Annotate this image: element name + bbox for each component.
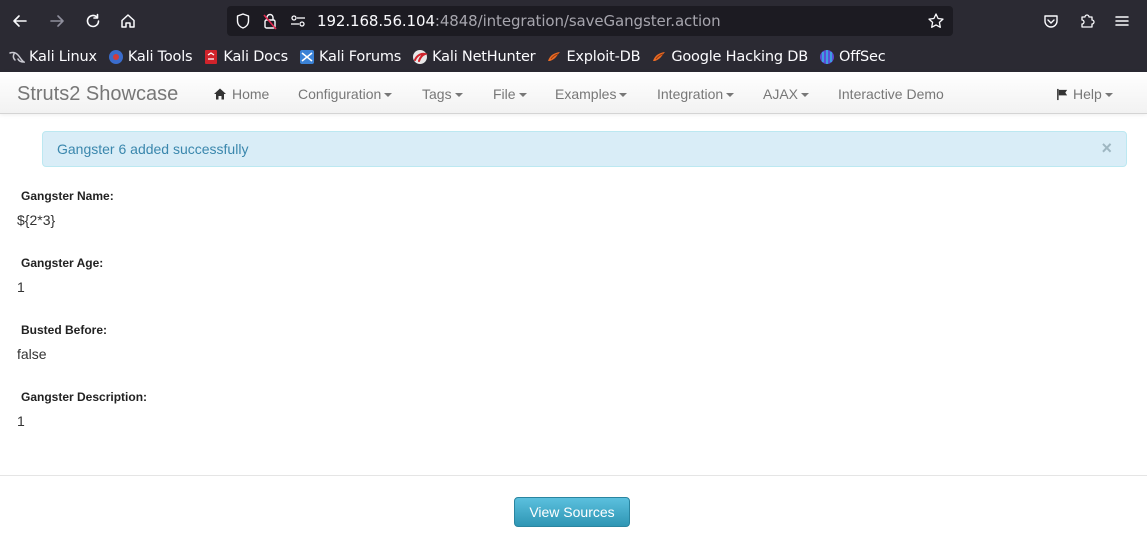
caret-down-icon <box>619 92 628 97</box>
caret-down-icon <box>454 92 463 97</box>
ghdb-icon <box>653 52 666 61</box>
offsec-icon <box>820 50 834 64</box>
reload-icon <box>86 13 100 28</box>
url-text: 192.168.56.104:4848/integration/saveGang… <box>317 12 721 30</box>
gangster-description-value: 1 <box>17 413 25 429</box>
home-icon <box>214 88 226 100</box>
showcase-navbar: Struts2 Showcase Home Configuration Tags… <box>0 72 1147 114</box>
nav-label: Interactive Demo <box>838 86 944 102</box>
home-icon <box>121 14 135 28</box>
bookmark-kali-tools[interactable]: Kali Tools <box>108 49 193 65</box>
exploit-db-icon <box>548 52 561 61</box>
nav-label: Configuration <box>298 86 382 102</box>
forward-arrow-icon <box>50 15 64 27</box>
nav-integration[interactable]: Integration <box>657 86 735 102</box>
caret-down-icon <box>801 92 810 97</box>
caret-down-icon <box>726 92 735 97</box>
nav-label: Tags <box>422 86 452 102</box>
bookmark-label: Kali Tools <box>127 49 193 65</box>
bookmark-offsec[interactable]: OffSec <box>819 49 886 65</box>
success-alert: Gangster 6 added successfully × <box>42 131 1127 167</box>
kali-tools-icon <box>108 50 123 64</box>
home-button[interactable] <box>114 7 142 35</box>
puzzle-piece-icon <box>1081 14 1095 28</box>
insecure-lock-icon <box>263 13 277 30</box>
nav-configuration[interactable]: Configuration <box>298 86 393 102</box>
kali-dragon-icon <box>9 51 25 63</box>
nav-label: Help <box>1073 86 1102 102</box>
bookmark-google-hacking-db[interactable]: Google Hacking DB <box>651 49 808 65</box>
brand-title[interactable]: Struts2 Showcase <box>17 83 178 106</box>
nav-tags[interactable]: Tags <box>422 86 463 102</box>
bookmark-label: Kali Linux <box>29 49 97 65</box>
alert-message: Gangster 6 added successfully <box>57 141 249 157</box>
bookmark-label: Google Hacking DB <box>671 49 808 65</box>
nav-home[interactable]: Home <box>213 86 269 102</box>
url-host: 192.168.56.104 <box>317 12 435 30</box>
caret-down-icon <box>518 92 527 97</box>
nethunter-icon <box>413 50 429 64</box>
bookmark-exploit-db[interactable]: Exploit-DB <box>546 49 641 65</box>
kali-docs-icon <box>205 50 218 64</box>
forward-button[interactable] <box>43 7 71 35</box>
gangster-age-label: Gangster Age: <box>21 256 104 270</box>
footer-divider <box>0 475 1147 476</box>
caret-down-icon <box>384 92 393 97</box>
nav-file[interactable]: File <box>493 86 527 102</box>
menu-button[interactable] <box>1108 7 1136 35</box>
nav-label: Integration <box>657 86 724 102</box>
nav-label: AJAX <box>763 86 799 102</box>
browser-toolbar: 192.168.56.104:4848/integration/saveGang… <box>0 0 1147 42</box>
pocket-button[interactable] <box>1037 7 1065 35</box>
gangster-name-label: Gangster Name: <box>21 189 114 203</box>
nav-label: File <box>493 86 516 102</box>
bookmark-kali-nethunter[interactable]: Kali NetHunter <box>412 49 536 65</box>
gangster-name-value: ${2*3} <box>17 212 56 228</box>
flag-icon <box>1057 88 1068 100</box>
bookmark-kali-linux[interactable]: Kali Linux <box>9 49 97 65</box>
url-path: :4848/integration/saveGangster.action <box>434 12 721 30</box>
back-arrow-icon <box>13 15 27 27</box>
busted-before-value: false <box>17 346 47 362</box>
nav-label: Home <box>232 86 270 102</box>
bookmark-kali-forums[interactable]: Kali Forums <box>299 49 401 65</box>
url-bar[interactable]: 192.168.56.104:4848/integration/saveGang… <box>227 6 953 36</box>
nav-examples[interactable]: Examples <box>555 86 628 102</box>
caret-down-icon <box>1104 92 1113 97</box>
permissions-icon <box>291 15 305 27</box>
bookmark-label: Kali Forums <box>318 49 402 65</box>
bookmark-label: OffSec <box>839 49 886 65</box>
kali-forums-icon <box>299 50 314 64</box>
nav-ajax[interactable]: AJAX <box>763 86 810 102</box>
bookmark-label: Kali Docs <box>223 49 288 65</box>
shield-icon <box>236 13 250 29</box>
bookmark-kali-docs[interactable]: Kali Docs <box>203 49 288 65</box>
extensions-button[interactable] <box>1073 7 1101 35</box>
bookmark-star-icon[interactable] <box>927 12 945 30</box>
nav-interactive-demo[interactable]: Interactive Demo <box>838 86 944 102</box>
close-icon[interactable]: × <box>1101 139 1112 157</box>
gangster-age-value: 1 <box>17 279 25 295</box>
bookmark-label: Exploit-DB <box>566 49 641 65</box>
bookmarks-toolbar: Kali Linux Kali Tools Kali Docs Kali For… <box>0 42 1147 72</box>
reload-button[interactable] <box>79 7 107 35</box>
nav-label: Examples <box>555 86 617 102</box>
view-sources-button[interactable]: View Sources <box>514 497 630 527</box>
busted-before-label: Busted Before: <box>21 323 108 337</box>
nav-help[interactable]: Help <box>1056 86 1113 102</box>
hamburger-menu-icon <box>1115 16 1129 26</box>
back-button[interactable] <box>6 7 34 35</box>
pocket-icon <box>1044 15 1058 28</box>
bookmark-label: Kali NetHunter <box>432 49 536 65</box>
gangster-description-label: Gangster Description: <box>21 390 148 404</box>
